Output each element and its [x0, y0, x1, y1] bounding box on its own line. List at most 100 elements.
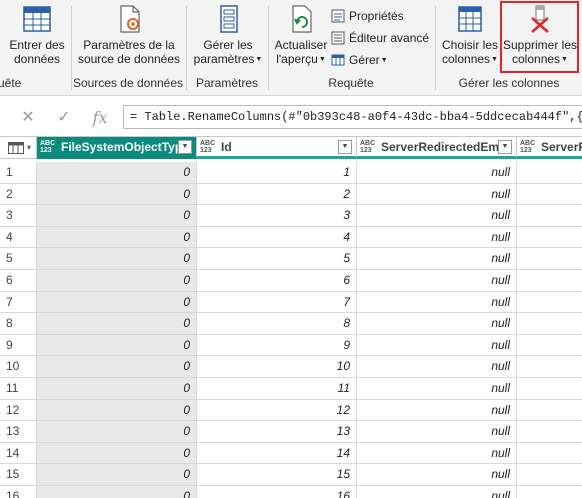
confirm-icon[interactable]: ✓ — [46, 107, 82, 127]
cell-serverredirectedembed[interactable]: null — [357, 421, 517, 443]
cell-serverr[interactable] — [517, 443, 582, 465]
row-number[interactable]: 10 — [0, 356, 37, 378]
cell-serverr[interactable] — [517, 184, 582, 206]
cell-id[interactable]: 8 — [197, 313, 357, 335]
row-number[interactable]: 6 — [0, 270, 37, 292]
cell-serverredirectedembed[interactable]: null — [357, 226, 517, 249]
cell-serverredirectedembed[interactable]: null — [357, 205, 517, 227]
advanced-editor-button[interactable]: Éditeur avancé — [331, 28, 429, 48]
row-number[interactable]: 9 — [0, 334, 37, 357]
cell-id[interactable]: 15 — [197, 464, 357, 486]
manage-button[interactable]: Gérer ▼ — [331, 50, 388, 70]
column-header-serverredirectedembed[interactable]: ABC 123 ServerRedirectedEm... ▼ — [357, 137, 517, 159]
fx-icon[interactable]: fx — [82, 108, 118, 127]
enter-data-button[interactable]: Entrer des données — [6, 4, 68, 66]
cell-serverr[interactable] — [517, 464, 582, 486]
cell-serverr[interactable] — [517, 356, 582, 378]
table-menu-icon[interactable]: ▾ — [0, 137, 37, 159]
cell-filesystemobjecttype[interactable]: 0 — [37, 205, 197, 227]
cell-serverr[interactable] — [517, 248, 582, 270]
table-row[interactable]: 9 0 9 null — [0, 334, 582, 357]
row-number[interactable]: 2 — [0, 183, 37, 206]
cell-filesystemobjecttype[interactable]: 0 — [37, 421, 197, 443]
cell-filesystemobjecttype[interactable]: 0 — [37, 356, 197, 378]
row-number[interactable]: 7 — [0, 291, 37, 314]
cell-filesystemobjecttype[interactable]: 0 — [37, 399, 197, 422]
cell-serverr[interactable] — [517, 205, 582, 227]
cell-filesystemobjecttype[interactable]: 0 — [37, 486, 197, 498]
cancel-icon[interactable]: ✕ — [10, 107, 46, 127]
cell-serverr[interactable] — [517, 335, 582, 357]
cell-serverredirectedembed[interactable]: null — [357, 162, 517, 184]
row-number[interactable]: 16 — [0, 486, 37, 498]
row-number[interactable]: 11 — [0, 378, 37, 400]
cell-filesystemobjecttype[interactable]: 0 — [37, 183, 197, 206]
table-row[interactable]: 15 0 15 null — [0, 464, 582, 486]
cell-serverredirectedembed[interactable]: null — [357, 399, 517, 422]
choose-columns-button[interactable]: Choisir les colonnes▼ — [438, 4, 502, 67]
cell-id[interactable]: 11 — [197, 378, 357, 400]
table-row[interactable]: 7 0 7 null — [0, 291, 582, 314]
cell-serverr[interactable] — [517, 162, 582, 184]
cell-filesystemobjecttype[interactable]: 0 — [37, 464, 197, 486]
cell-id[interactable]: 9 — [197, 334, 357, 357]
cell-serverredirectedembed[interactable]: null — [357, 334, 517, 357]
column-header-serverr[interactable]: ABC123 ServerR — [517, 137, 582, 159]
table-row[interactable]: 11 0 11 null — [0, 378, 582, 400]
cell-filesystemobjecttype[interactable]: 0 — [37, 248, 197, 270]
cell-id[interactable]: 2 — [197, 183, 357, 206]
cell-id[interactable]: 4 — [197, 226, 357, 249]
table-row[interactable]: 14 0 14 null — [0, 442, 582, 465]
cell-serverredirectedembed[interactable]: null — [357, 486, 517, 498]
data-source-settings-button[interactable]: Paramètres de la source de données — [76, 4, 182, 66]
row-number[interactable]: 14 — [0, 442, 37, 465]
row-number[interactable]: 5 — [0, 248, 37, 270]
column-header-filesystemobjecttype[interactable]: ABC 123 FileSystemObjectType ▼ — [37, 137, 197, 159]
row-number[interactable]: 3 — [0, 205, 37, 227]
cell-id[interactable]: 6 — [197, 270, 357, 292]
cell-filesystemobjecttype[interactable]: 0 — [37, 291, 197, 314]
cell-filesystemobjecttype[interactable]: 0 — [37, 334, 197, 357]
cell-serverr[interactable] — [517, 270, 582, 292]
table-row[interactable]: 5 0 5 null — [0, 248, 582, 270]
cell-serverr[interactable] — [517, 486, 582, 498]
row-number[interactable]: 8 — [0, 313, 37, 335]
cell-serverr[interactable] — [517, 378, 582, 400]
cell-serverredirectedembed[interactable]: null — [357, 183, 517, 206]
cell-filesystemobjecttype[interactable]: 0 — [37, 442, 197, 465]
table-row[interactable]: 6 0 6 null — [0, 270, 582, 292]
cell-id[interactable]: 5 — [197, 248, 357, 270]
cell-serverr[interactable] — [517, 292, 582, 314]
filter-dropdown-icon[interactable]: ▼ — [498, 139, 512, 154]
cell-id[interactable]: 13 — [197, 421, 357, 443]
cell-serverredirectedembed[interactable]: null — [357, 248, 517, 270]
row-number[interactable]: 12 — [0, 399, 37, 422]
cell-serverredirectedembed[interactable]: null — [357, 356, 517, 378]
cell-serverr[interactable] — [517, 421, 582, 443]
row-number[interactable]: 15 — [0, 464, 37, 486]
row-number[interactable]: 13 — [0, 421, 37, 443]
cell-filesystemobjecttype[interactable]: 0 — [37, 378, 197, 400]
refresh-preview-button[interactable]: Actualiser l'aperçu▼ — [271, 4, 331, 67]
cell-serverr[interactable] — [517, 313, 582, 335]
cell-filesystemobjecttype[interactable]: 0 — [37, 313, 197, 335]
column-header-id[interactable]: ABC 123 Id ▼ — [197, 137, 357, 159]
filter-dropdown-icon[interactable]: ▼ — [338, 139, 352, 154]
cell-id[interactable]: 14 — [197, 442, 357, 465]
row-number[interactable]: 1 — [0, 162, 37, 184]
row-number[interactable]: 4 — [0, 226, 37, 249]
formula-input[interactable]: = Table.RenameColumns(#"0b393c48-a0f4-43… — [123, 105, 582, 129]
cell-id[interactable]: 1 — [197, 162, 357, 184]
properties-button[interactable]: Propriétés — [331, 6, 404, 26]
table-row[interactable]: 8 0 8 null — [0, 313, 582, 335]
cell-id[interactable]: 10 — [197, 356, 357, 378]
filter-dropdown-icon[interactable]: ▼ — [178, 139, 192, 154]
cell-serverr[interactable] — [517, 400, 582, 422]
table-row[interactable]: 1 0 1 null — [0, 162, 582, 184]
cell-serverredirectedembed[interactable]: null — [357, 464, 517, 486]
cell-id[interactable]: 3 — [197, 205, 357, 227]
cell-id[interactable]: 12 — [197, 399, 357, 422]
cell-serverredirectedembed[interactable]: null — [357, 442, 517, 465]
manage-parameters-button[interactable]: Gérer les paramètres▼ — [191, 4, 265, 67]
table-row[interactable]: 10 0 10 null — [0, 356, 582, 378]
